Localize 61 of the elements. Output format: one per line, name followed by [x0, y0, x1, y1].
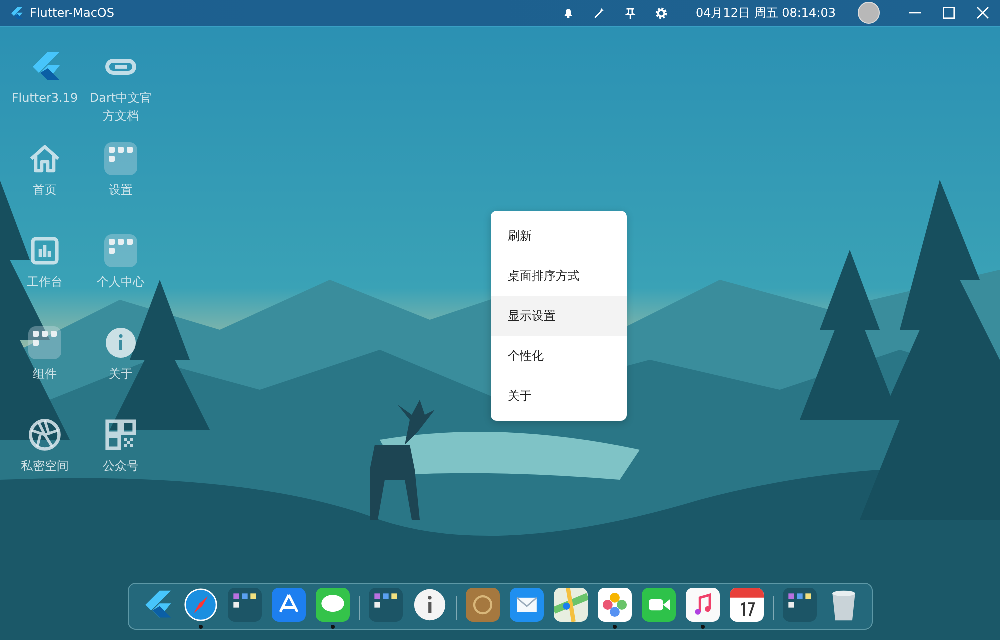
desktop-icon-label[interactable]: 组件	[10, 365, 80, 383]
app-folder-dock-button[interactable]	[368, 588, 404, 624]
desktop-icon-label[interactable]: 关于	[86, 365, 156, 383]
close-icon	[977, 7, 989, 19]
contacts-book-icon	[466, 588, 500, 622]
app-folder-icon	[103, 233, 139, 269]
menu-item[interactable]: 显示设置	[491, 296, 627, 336]
clock: 04月12日 周五 08:14:03	[696, 4, 836, 22]
menu-item[interactable]: 个性化	[491, 336, 627, 376]
settings-icon	[654, 6, 669, 20]
info-icon	[412, 588, 446, 622]
avatar[interactable]	[858, 2, 880, 24]
menu-item[interactable]: 关于	[491, 376, 627, 416]
app-folder-icon	[368, 588, 402, 622]
minimize-icon	[909, 12, 921, 14]
maximize-icon	[943, 7, 955, 19]
app-store-icon	[272, 588, 306, 622]
speech-bubble-icon	[316, 588, 350, 622]
envelope-dock-button[interactable]	[508, 588, 544, 624]
flower-dock-button[interactable]	[596, 588, 632, 624]
compass-dock-button[interactable]	[182, 588, 218, 624]
aperture-icon	[27, 417, 63, 453]
desktop-icon-label[interactable]: Dart中文官方文档	[86, 89, 156, 125]
flower-icon	[598, 588, 632, 622]
calendar-icon	[730, 588, 764, 622]
app-folder-icon	[27, 325, 63, 361]
pin-icon	[622, 6, 638, 20]
maximize-button[interactable]	[940, 4, 958, 22]
contacts-book-dock-button[interactable]	[464, 588, 500, 624]
desktop-icon-label[interactable]: 设置	[86, 181, 156, 199]
app-folder-icon	[103, 141, 139, 177]
desktop-icon-label[interactable]: 工作台	[10, 273, 80, 291]
video-camera-icon	[642, 588, 676, 622]
desktop-icon-label[interactable]: 个人中心	[86, 273, 156, 291]
envelope-icon	[510, 588, 544, 622]
app-folder-icon	[228, 588, 262, 622]
magic-wand-icon	[592, 6, 607, 20]
map-icon	[554, 588, 588, 622]
desktop-icon-label[interactable]: 公众号	[86, 457, 156, 475]
music-note-icon	[686, 588, 720, 622]
app-folder-dock-button[interactable]	[226, 588, 262, 624]
desktop-icon-label[interactable]: Flutter3.19	[10, 89, 80, 107]
map-dock-button[interactable]	[552, 588, 588, 624]
close-button[interactable]	[974, 4, 992, 22]
flutter-logo-icon	[9, 6, 24, 20]
menu-item[interactable]: 桌面排序方式	[491, 256, 627, 296]
compass-icon	[184, 588, 218, 622]
app-store-dock-button[interactable]	[270, 588, 306, 624]
video-camera-dock-button[interactable]	[640, 588, 676, 624]
desktop-icon-label[interactable]: 首页	[10, 181, 80, 199]
app-title: Flutter-MacOS	[30, 6, 114, 20]
app-folder-dock-button[interactable]	[782, 588, 818, 624]
calendar-dock-button[interactable]	[728, 588, 764, 624]
music-note-dock-button[interactable]	[684, 588, 720, 624]
speech-bubble-dock-button[interactable]	[314, 588, 350, 624]
info-dock-button[interactable]	[412, 588, 448, 624]
qr-code-icon	[103, 417, 139, 453]
app-folder-icon	[782, 588, 816, 622]
menu-item[interactable]: 刷新	[491, 216, 627, 256]
info-icon	[103, 325, 139, 361]
desktop-icon-label[interactable]: 私密空间	[10, 457, 80, 475]
